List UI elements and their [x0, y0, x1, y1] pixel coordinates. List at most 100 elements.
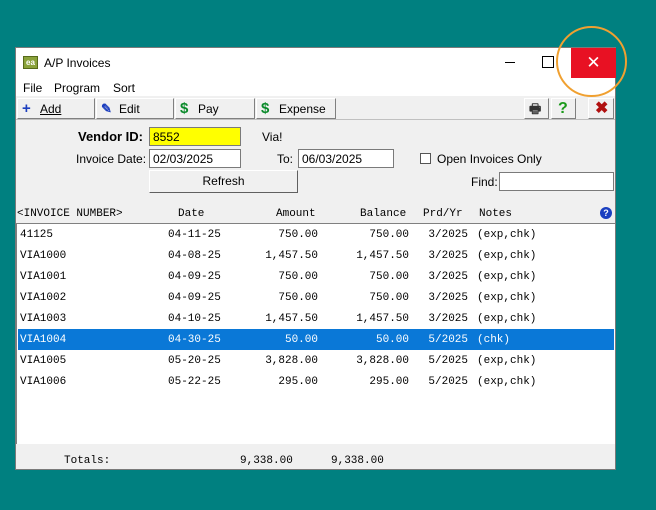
menu-bar: File Program Sort — [16, 78, 615, 96]
open-invoices-checkbox[interactable] — [420, 153, 431, 164]
invoice-date-from-field[interactable]: 02/03/2025 — [149, 149, 241, 168]
close-icon: ✕ — [586, 53, 601, 72]
expense-button-label: Expense — [279, 102, 326, 116]
print-button[interactable]: 🖶 — [524, 98, 549, 119]
table-row[interactable]: VIA1005 05-20-25 3,828.00 3,828.00 5/2025 (ex… — [18, 350, 614, 371]
totals-row: Totals: 9,338.00 9,338.00 — [16, 452, 615, 470]
to-label: To: — [277, 152, 294, 166]
maximize-button[interactable] — [534, 48, 571, 78]
question-icon[interactable]: ? — [600, 207, 612, 219]
invoice-amount: 750.00 — [278, 292, 318, 304]
invoice-notes: (exp,chk) — [477, 355, 537, 367]
invoice-balance: 750.00 — [369, 229, 409, 241]
column-period[interactable]: Prd/Yr — [423, 208, 463, 220]
open-invoices-label[interactable]: Open Invoices Only — [437, 152, 542, 166]
invoice-amount: 1,457.50 — [265, 313, 318, 325]
invoice-period: 5/2025 — [428, 376, 468, 388]
invoice-notes: (exp,chk) — [477, 376, 537, 388]
invoice-period: 5/2025 — [428, 355, 468, 367]
invoice-notes: (chk) — [477, 334, 511, 346]
table-row[interactable]: VIA1001 04-09-25 750.00 750.00 3/2025 (exp,ch… — [18, 266, 614, 287]
totals-balance: 9,338.00 — [331, 455, 384, 467]
column-date[interactable]: Date — [178, 208, 204, 220]
invoice-balance: 1,457.50 — [356, 313, 409, 325]
edit-button[interactable]: ✎ Edit — [96, 98, 174, 119]
totals-amount: 9,338.00 — [240, 455, 293, 467]
add-button-label: Add — [40, 102, 62, 116]
invoice-amount: 295.00 — [278, 376, 318, 388]
column-amount[interactable]: Amount — [276, 208, 316, 220]
invoice-number: VIA1000 — [20, 250, 67, 262]
invoice-notes: (exp,chk) — [477, 229, 537, 241]
pencil-icon: ✎ — [101, 101, 112, 116]
table-row[interactable]: VIA1000 04-08-25 1,457.50 1,457.50 3/2025 (ex… — [18, 245, 614, 266]
help-icon: ? — [558, 100, 568, 117]
plus-icon: + — [22, 100, 31, 117]
toolbar: + Add ✎ Edit $ Pay $ Expense 🖶 ? ✖ — [16, 97, 615, 120]
dollar-icon: $ — [261, 100, 270, 117]
column-balance[interactable]: Balance — [360, 208, 406, 220]
add-button[interactable]: + Add — [17, 98, 95, 119]
invoice-date: 04-08-25 — [168, 250, 221, 262]
invoice-period: 3/2025 — [428, 292, 468, 304]
dollar-icon: $ — [180, 100, 189, 117]
invoice-period: 3/2025 — [428, 250, 468, 262]
close-button[interactable]: ✕ — [571, 48, 616, 78]
invoice-notes: (exp,chk) — [477, 292, 537, 304]
list-header: <INVOICE NUMBER> Date Amount Balance Prd… — [16, 206, 615, 222]
vendor-id-field[interactable]: 8552 — [149, 127, 241, 146]
menu-file[interactable]: File — [23, 81, 42, 95]
invoice-amount: 1,457.50 — [265, 250, 318, 262]
find-input[interactable] — [499, 172, 614, 191]
invoice-date: 04-10-25 — [168, 313, 221, 325]
invoice-balance: 295.00 — [369, 376, 409, 388]
refresh-button[interactable]: Refresh — [149, 170, 298, 193]
invoice-balance: 1,457.50 — [356, 250, 409, 262]
invoice-notes: (exp,chk) — [477, 271, 537, 283]
delete-button[interactable]: ✖ — [588, 98, 614, 119]
column-notes[interactable]: Notes — [479, 208, 512, 220]
menu-program[interactable]: Program — [54, 81, 100, 95]
vendor-name: Via! — [262, 130, 283, 144]
delete-icon: ✖ — [595, 100, 609, 117]
title-bar[interactable]: ea A/P Invoices ✕ — [16, 48, 616, 78]
find-label: Find: — [471, 175, 498, 189]
menu-sort[interactable]: Sort — [113, 81, 135, 95]
invoice-balance: 50.00 — [375, 334, 409, 346]
invoice-amount: 3,828.00 — [265, 355, 318, 367]
invoice-amount: 750.00 — [278, 229, 318, 241]
table-row[interactable]: VIA1002 04-09-25 750.00 750.00 3/2025 (exp,ch… — [18, 287, 614, 308]
invoice-date: 05-20-25 — [168, 355, 221, 367]
expense-button[interactable]: $ Expense — [256, 98, 336, 119]
invoice-number: VIA1006 — [20, 376, 67, 388]
minimize-button[interactable] — [488, 48, 534, 78]
window-title: A/P Invoices — [44, 56, 111, 70]
help-button[interactable]: ? — [551, 98, 576, 119]
invoice-list[interactable]: 41125 04-11-25 750.00 750.00 3/2025 (exp,chk)… — [16, 223, 615, 444]
table-row[interactable]: VIA1003 04-10-25 1,457.50 1,457.50 3/2025 (ex… — [18, 308, 614, 329]
table-row[interactable]: 41125 04-11-25 750.00 750.00 3/2025 (exp,chk) — [18, 224, 614, 245]
invoice-period: 3/2025 — [428, 229, 468, 241]
invoice-period: 3/2025 — [428, 313, 468, 325]
table-row[interactable]: VIA1004 04-30-25 50.00 50.00 5/2025 (chk) — [18, 329, 614, 350]
invoice-period: 5/2025 — [428, 334, 468, 346]
totals-label: Totals: — [64, 455, 111, 467]
invoice-balance: 750.00 — [369, 271, 409, 283]
invoice-notes: (exp,chk) — [477, 250, 537, 262]
column-invoice-number[interactable]: <INVOICE NUMBER> — [17, 208, 123, 220]
invoice-date-label: Invoice Date: — [76, 152, 147, 166]
invoice-amount: 750.00 — [278, 271, 318, 283]
invoice-balance: 3,828.00 — [356, 355, 409, 367]
invoice-number: VIA1002 — [20, 292, 67, 304]
invoice-date: 04-30-25 — [168, 334, 221, 346]
invoice-balance: 750.00 — [369, 292, 409, 304]
invoice-number: VIA1003 — [20, 313, 67, 325]
invoice-number: VIA1001 — [20, 271, 67, 283]
invoice-date: 04-09-25 — [168, 292, 221, 304]
invoice-amount: 50.00 — [284, 334, 318, 346]
table-row[interactable]: VIA1006 05-22-25 295.00 295.00 5/2025 (exp,ch… — [18, 371, 614, 392]
invoice-date-to-field[interactable]: 06/03/2025 — [298, 149, 394, 168]
vendor-id-label: Vendor ID: — [78, 129, 144, 144]
printer-icon: 🖶 — [529, 101, 542, 116]
pay-button[interactable]: $ Pay — [175, 98, 255, 119]
